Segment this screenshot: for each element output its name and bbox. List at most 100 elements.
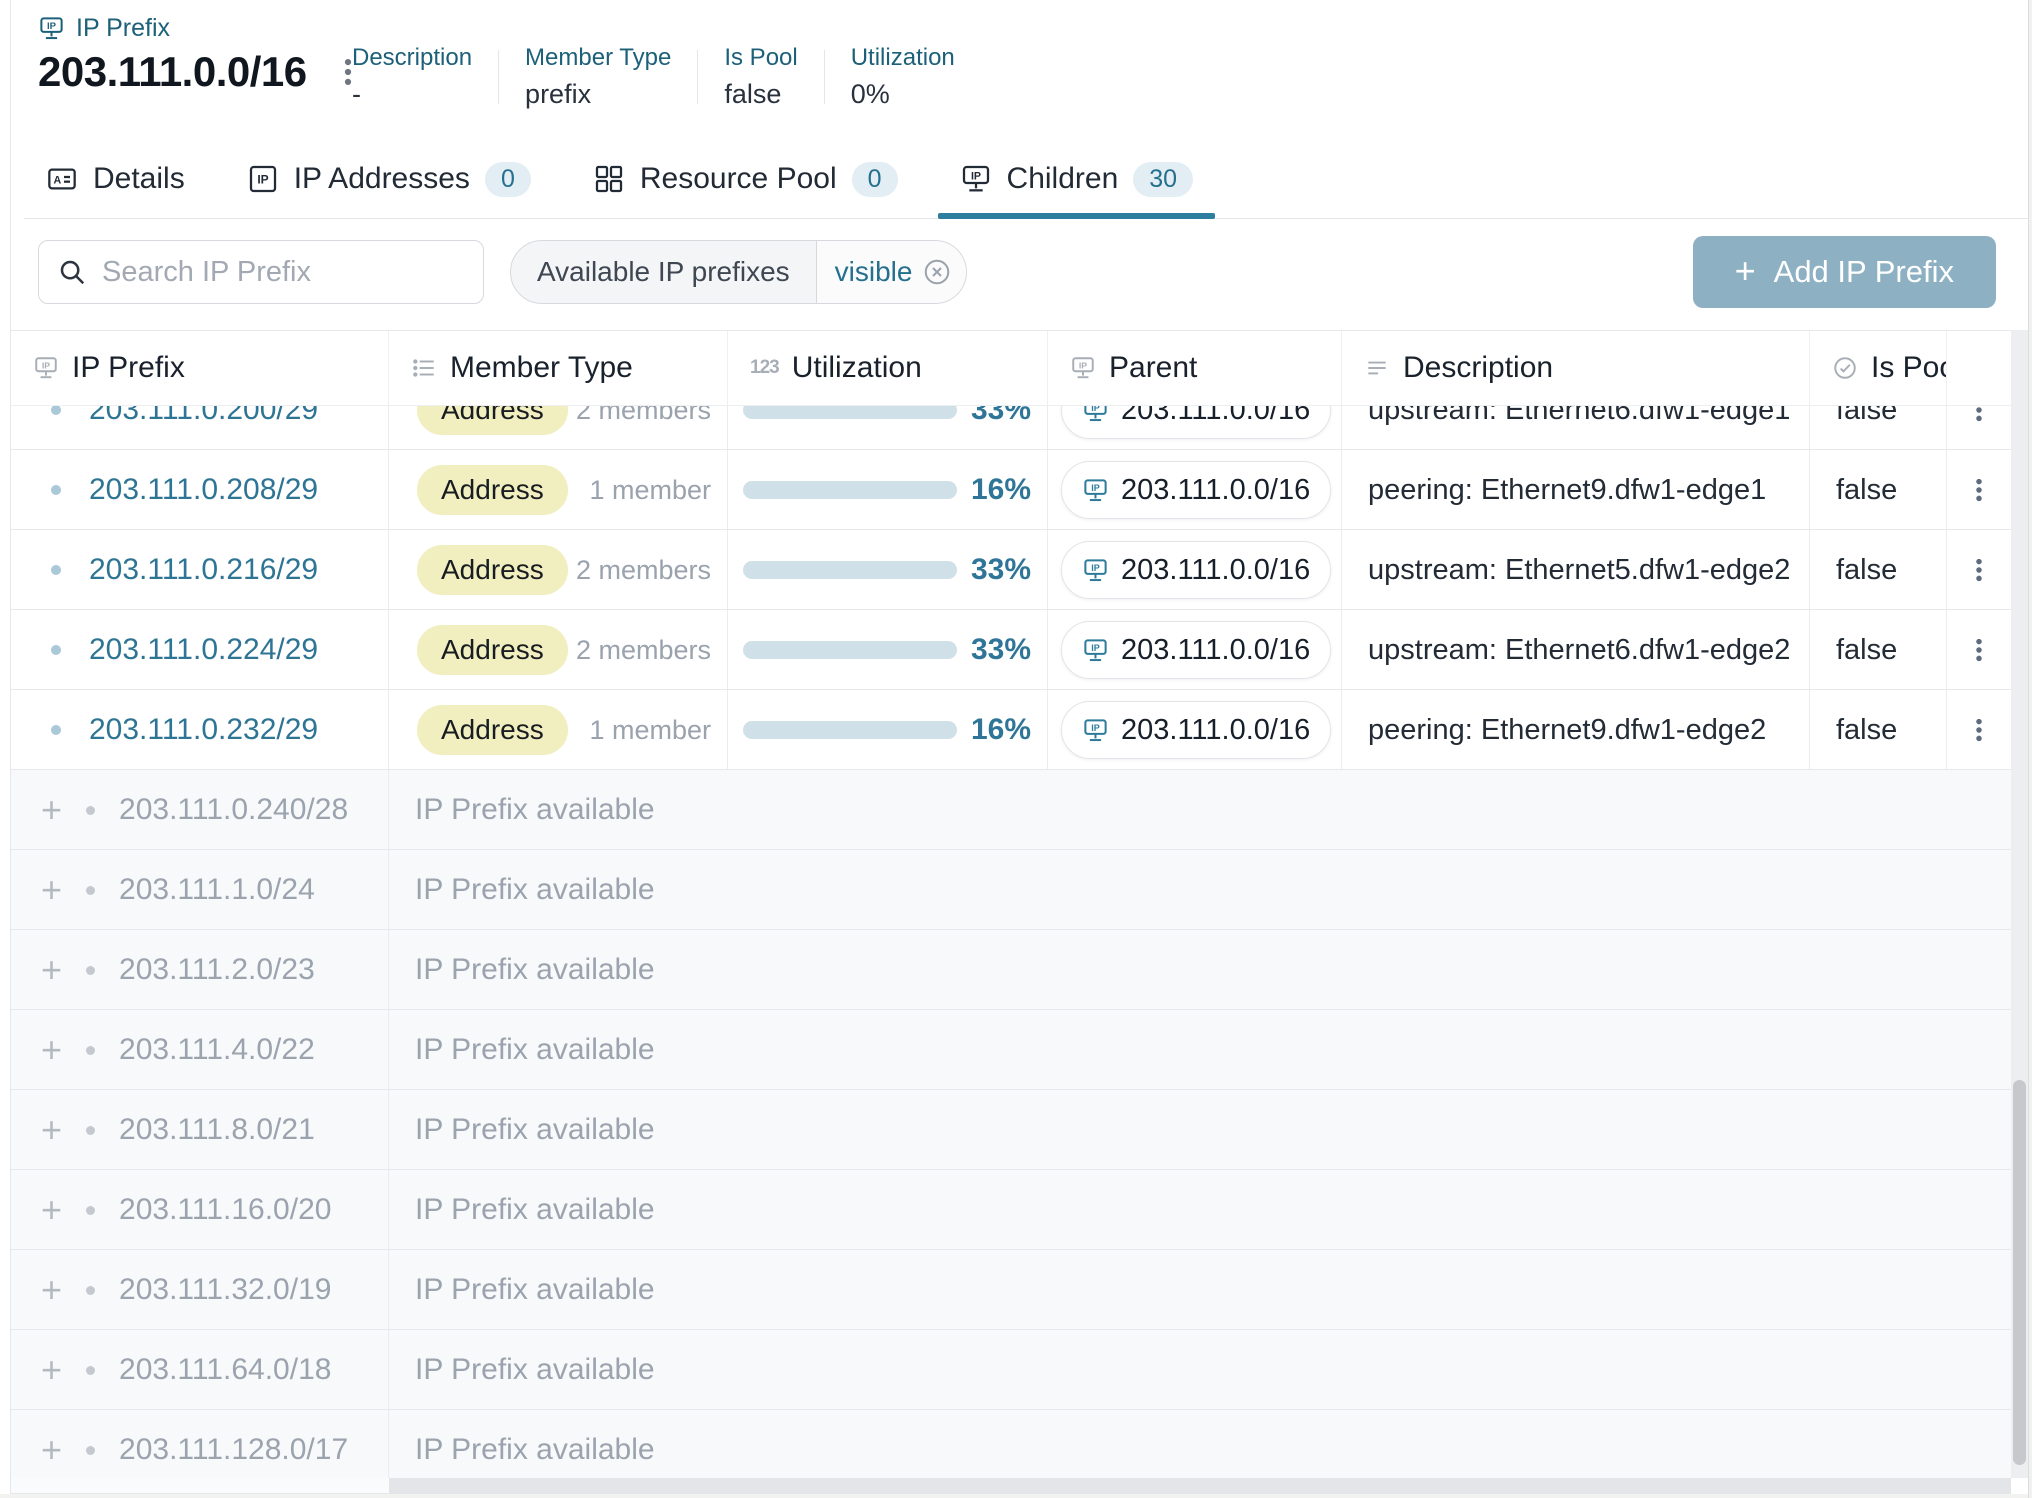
available-prefix-row: +203.111.1.0/24 IP Prefix available [11,850,2011,930]
tab-resource-pool[interactable]: Resource Pool 0 [571,140,920,218]
ip-prefix-icon: IP [960,163,992,195]
ip-prefix-icon: IP [1082,557,1109,584]
prefix-link[interactable]: 203.111.0.216/29 [89,553,318,587]
row-kebab-menu-icon[interactable] [1973,635,1985,665]
filter-chip-available-prefixes[interactable]: Available IP prefixes visible [510,240,967,304]
member-count: 1 member [589,715,711,746]
column-header-actions [1947,331,2011,405]
available-prefix-row: +203.111.8.0/21 IP Prefix available [11,1090,2011,1170]
search-icon [57,257,87,287]
status-dot [51,565,61,575]
tab-badge: 30 [1133,162,1193,197]
tab-ip-addresses[interactable]: IP IP Addresses 0 [225,140,553,218]
list-icon [411,355,437,381]
expand-plus-icon[interactable]: + [41,792,62,828]
available-status: IP Prefix available [389,1090,2011,1170]
prefix-link[interactable]: 203.111.0.200/29 [89,406,318,427]
toolbar: Available IP prefixes visible + Add IP P… [38,236,1996,308]
breadcrumb-label: IP Prefix [76,14,170,43]
is-pool-cell: false [1810,406,1947,450]
column-header-parent[interactable]: IP Parent [1048,331,1342,405]
plus-icon: + [1735,253,1756,289]
svg-text:IP: IP [970,171,980,183]
search-box[interactable] [38,240,484,304]
utilization-percent: 33% [971,406,1031,427]
prefix-link[interactable]: 203.111.0.208/29 [89,473,318,507]
column-header-utilization[interactable]: 123 Utilization [728,331,1048,405]
utilization-bar [743,641,957,659]
expand-plus-icon[interactable]: + [41,872,62,908]
expand-plus-icon[interactable]: + [41,1112,62,1148]
column-header-description[interactable]: Description [1342,331,1810,405]
member-type-chip: Address [417,545,568,595]
expand-plus-icon[interactable]: + [41,1272,62,1308]
tab-details[interactable]: A Details [24,140,207,218]
available-status: IP Prefix available [389,930,2011,1010]
status-dot [86,806,95,815]
utilization-bar [743,721,957,739]
member-count: 1 member [589,475,711,506]
expand-plus-icon[interactable]: + [41,1032,62,1068]
grid-icon [593,163,625,195]
parent-link-pill[interactable]: IP203.111.0.0/16 [1061,541,1331,599]
children-table: IP IP Prefix Member Type 123 Utilization [11,330,2011,1478]
column-header-is-pool[interactable]: Is Pool [1810,331,1947,405]
svg-text:IP: IP [1091,643,1100,653]
expand-plus-icon[interactable]: + [41,952,62,988]
available-prefix-row: +203.111.128.0/17 IP Prefix available [11,1410,2011,1478]
member-type-chip: Address [417,406,568,435]
ip-prefix-icon: IP [38,15,65,42]
utilization-bar [743,481,957,499]
svg-text:IP: IP [42,361,50,371]
utilization-bar [743,561,957,579]
parent-link-pill[interactable]: IP203.111.0.0/16 [1061,406,1331,439]
tab-children[interactable]: IP Children 30 [938,140,1216,218]
expand-plus-icon[interactable]: + [41,1432,62,1468]
vertical-scrollbar-thumb[interactable] [2013,1080,2026,1465]
svg-text:IP: IP [1091,723,1100,733]
parent-link-pill[interactable]: IP203.111.0.0/16 [1061,461,1331,519]
summary-member-type: Member Type prefix [499,44,697,110]
table-row: 203.111.0.232/29 Address1 member 16% IP2… [11,690,2011,770]
table-row: 203.111.0.200/29 Address2 members 33% IP… [11,406,2011,450]
available-status: IP Prefix available [389,1330,2011,1410]
summary-description: Description - [352,44,498,110]
utilization-percent: 16% [971,473,1031,507]
parent-link-pill[interactable]: IP203.111.0.0/16 [1061,621,1331,679]
status-dot [86,1366,95,1375]
ip-prefix-icon: IP [1082,717,1109,744]
breadcrumb[interactable]: IP IP Prefix [38,14,170,43]
available-status: IP Prefix available [389,1250,2011,1330]
prefix-link[interactable]: 203.111.0.224/29 [89,633,318,667]
member-type-chip: Address [417,705,568,755]
available-prefix-row: +203.111.16.0/20 IP Prefix available [11,1170,2011,1250]
table-row: 203.111.0.216/29 Address2 members 33% IP… [11,530,2011,610]
member-type-chip: Address [417,465,568,515]
row-kebab-menu-icon[interactable] [1973,406,1985,425]
horizontal-scrollbar-track[interactable] [389,1478,2011,1494]
remove-filter-icon[interactable] [922,257,952,287]
description-cell: peering: Ethernet9.dfw1-edge2 [1342,690,1810,770]
status-dot [86,886,95,895]
page-bottom-edge [0,1494,2032,1498]
status-dot [86,966,95,975]
parent-link-pill[interactable]: IP203.111.0.0/16 [1061,701,1331,759]
expand-plus-icon[interactable]: + [41,1192,62,1228]
status-dot [86,1446,95,1455]
table-bottom-left [11,1478,389,1494]
row-kebab-menu-icon[interactable] [1973,555,1985,585]
svg-text:IP: IP [47,21,57,32]
row-kebab-menu-icon[interactable] [1973,475,1985,505]
column-header-member-type[interactable]: Member Type [389,331,728,405]
add-ip-prefix-button[interactable]: + Add IP Prefix [1693,236,1996,308]
member-count: 2 members [576,635,711,666]
prefix-link[interactable]: 203.111.0.232/29 [89,713,318,747]
description-cell: peering: Ethernet9.dfw1-edge1 [1342,450,1810,530]
expand-plus-icon[interactable]: + [41,1352,62,1388]
svg-text:A: A [53,175,61,187]
row-kebab-menu-icon[interactable] [1973,715,1985,745]
search-input[interactable] [102,256,465,289]
column-header-ip-prefix[interactable]: IP IP Prefix [11,331,389,405]
tab-badge: 0 [852,162,898,197]
ip-prefix-icon: IP [1082,477,1109,504]
